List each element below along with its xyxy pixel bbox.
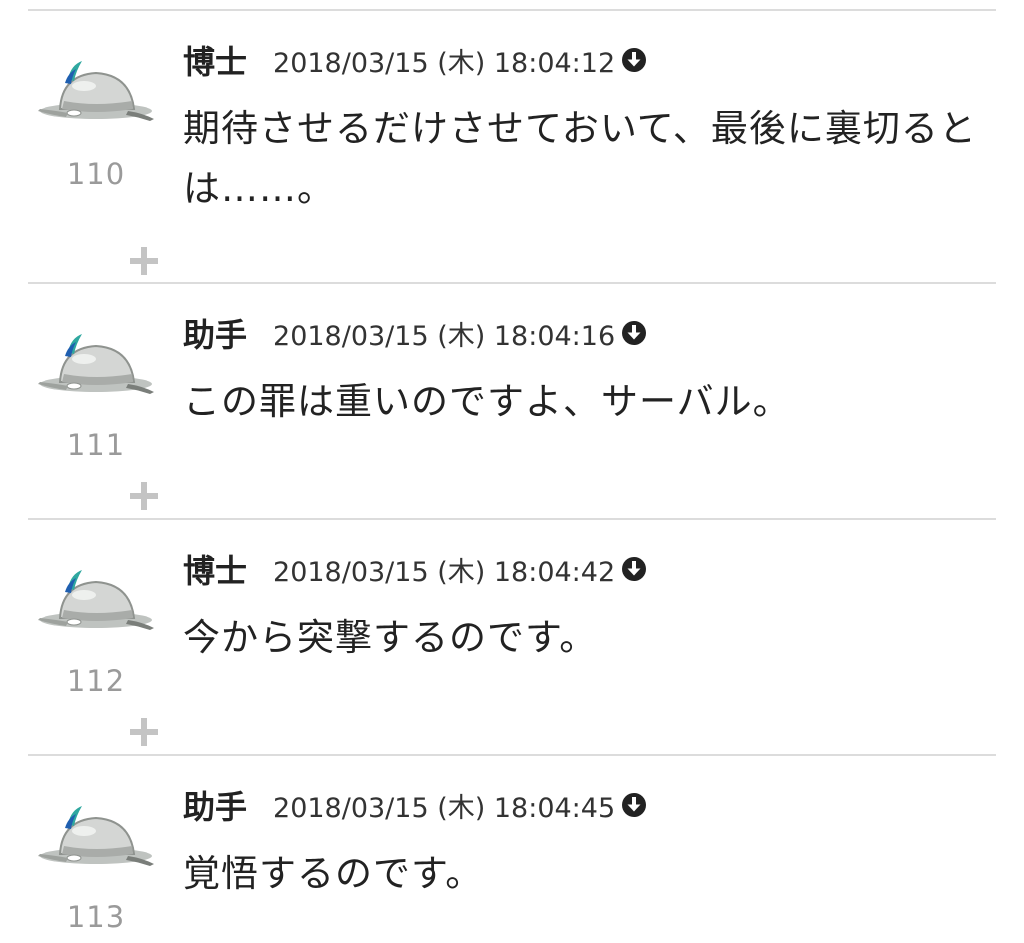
post: 110 博士 2018/03/15 (木) 18:04:12 期待させるだけさせ… [28,9,996,284]
plus-icon[interactable] [130,718,158,746]
helmet-avatar-icon [38,61,154,121]
download-circle-icon[interactable] [621,47,647,73]
post-author[interactable]: 博士 [183,546,247,592]
download-circle-icon[interactable] [621,792,647,818]
post-body: 期待させるだけさせておいて、最後に裏切るとは……。 [183,107,977,210]
post-timestamp: 2018/03/15 (木) 18:04:42 [273,556,616,588]
post-body: この罪は重いのですよ、サーバル。 [183,380,791,423]
post-author[interactable]: 助手 [183,782,247,828]
post-number: 112 [66,664,126,698]
post: 113 助手 2018/03/15 (木) 18:04:45 覚悟するのです。 [28,754,996,943]
post-body: 覚悟するのです。 [183,852,484,895]
download-circle-icon[interactable] [621,320,647,346]
post-number: 111 [66,428,126,462]
helmet-avatar-icon [38,806,154,866]
helmet-avatar-icon [38,570,154,630]
post: 111 助手 2018/03/15 (木) 18:04:16 この罪は重いのです… [28,282,996,520]
post-header: 助手 2018/03/15 (木) 18:04:45 [183,782,647,828]
helmet-avatar-icon [38,334,154,394]
post-author[interactable]: 博士 [183,37,247,83]
post-timestamp: 2018/03/15 (木) 18:04:12 [273,47,616,79]
post-header: 博士 2018/03/15 (木) 18:04:42 [183,546,647,592]
post-body: 今から突撃するのです。 [183,616,598,659]
plus-icon[interactable] [130,247,158,275]
post-number: 110 [66,157,126,191]
post-timestamp: 2018/03/15 (木) 18:04:16 [273,320,616,352]
post-timestamp: 2018/03/15 (木) 18:04:45 [273,792,616,824]
plus-icon[interactable] [130,482,158,510]
post-header: 助手 2018/03/15 (木) 18:04:16 [183,310,647,356]
post-number: 113 [66,900,126,934]
post-header: 博士 2018/03/15 (木) 18:04:12 [183,37,647,83]
post-author[interactable]: 助手 [183,310,247,356]
post: 112 博士 2018/03/15 (木) 18:04:42 今から突撃するので… [28,518,996,756]
download-circle-icon[interactable] [621,556,647,582]
